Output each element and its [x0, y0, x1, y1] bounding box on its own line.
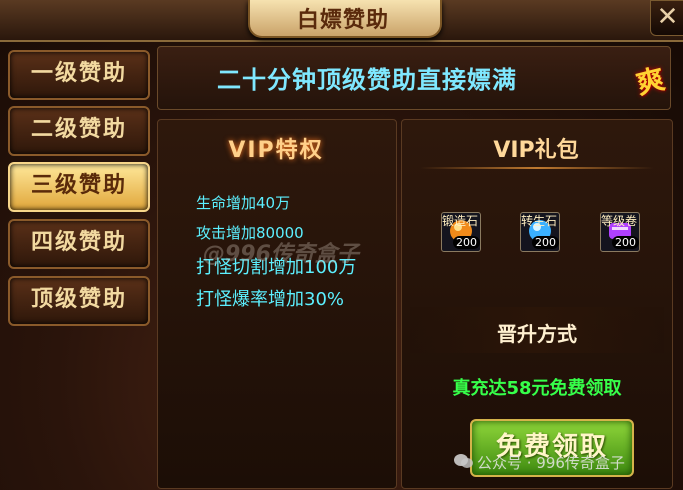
item-name: 转生石 — [520, 214, 557, 228]
vip-privileges-title: VIP特权 — [228, 138, 324, 163]
sidebar-item-level-1[interactable]: 一级赞助 — [8, 50, 150, 100]
item-count: 200 — [612, 236, 639, 249]
item-count: 200 — [532, 236, 559, 249]
sidebar-item-top-level[interactable]: 顶级赞助 — [8, 276, 150, 326]
privilege-item: 打怪爆率增加30% — [196, 289, 345, 310]
item-name: 锻造石 — [441, 214, 478, 228]
sidebar-item-level-3[interactable]: 三级赞助 — [8, 162, 150, 212]
sidebar-item-level-2[interactable]: 二级赞助 — [8, 106, 150, 156]
requirement-text: 真充达58元免费领取 — [452, 378, 622, 399]
watermark-text: 公众号 · 996传奇盒子 — [477, 454, 625, 472]
vip-gift-title: VIP礼包 — [493, 138, 579, 163]
wechat-icon — [454, 454, 473, 468]
privilege-item: 生命增加40万 — [196, 194, 291, 212]
sidebar-item-level-4[interactable]: 四级赞助 — [8, 219, 150, 269]
item-count: 200 — [453, 236, 480, 249]
close-button[interactable]: ✕ — [650, 0, 683, 36]
watermark-text: @996传奇盒子 — [203, 242, 359, 267]
banner-text: 二十分钟顶级赞助直接嫖满 — [217, 66, 517, 94]
gift-title-divider — [420, 167, 654, 169]
item-name: 等级卷 — [600, 214, 637, 228]
window-title: 白嫖赞助 — [296, 8, 389, 33]
upgrade-method-label: 晋升方式 — [497, 322, 577, 346]
